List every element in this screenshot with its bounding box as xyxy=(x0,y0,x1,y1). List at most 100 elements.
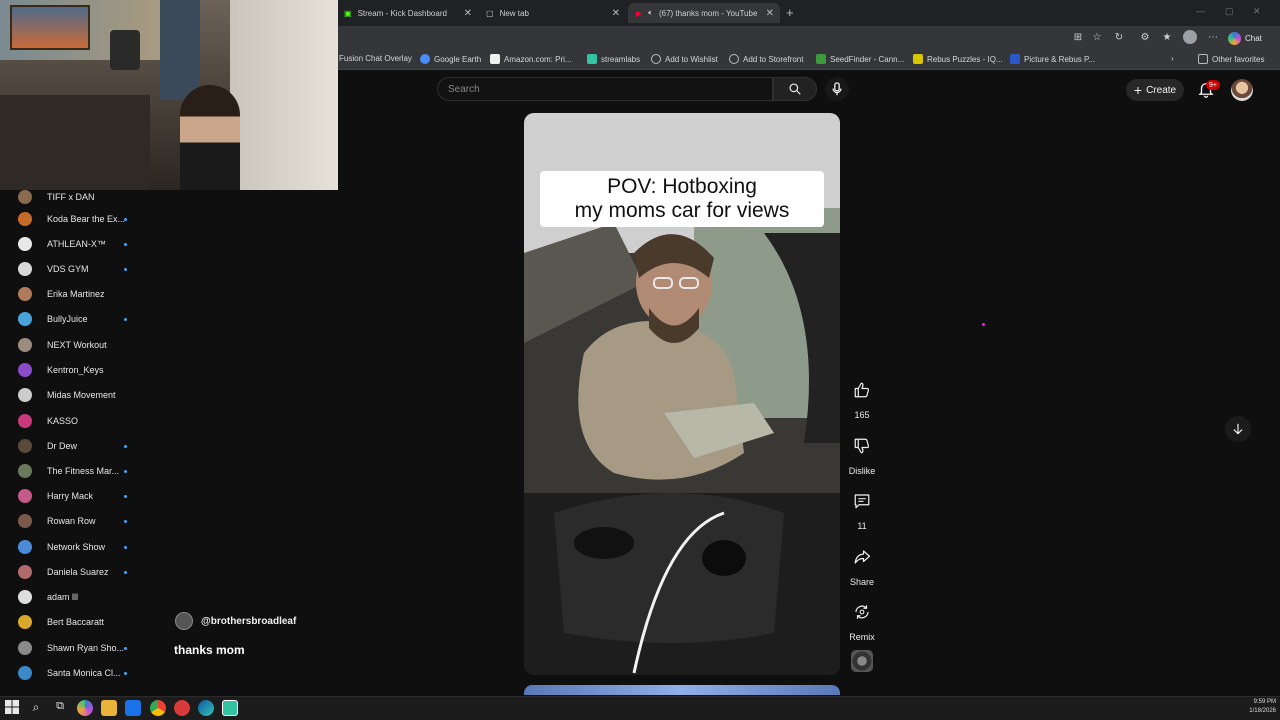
subscription-item[interactable]: Koda Bear the Ex... xyxy=(0,208,150,230)
subscription-item[interactable]: Rowan Row xyxy=(0,510,150,532)
subscription-item[interactable]: NEXT Workout xyxy=(0,334,150,356)
copilot-icon[interactable] xyxy=(77,700,93,716)
subscription-item[interactable]: VDS GYM xyxy=(0,258,150,280)
bookmark-streamlabs[interactable]: streamlabs xyxy=(587,54,640,64)
subscription-item[interactable]: Shawn Ryan Sho... xyxy=(0,637,150,659)
minimize-icon[interactable]: — xyxy=(1196,6,1205,16)
sound-thumbnail[interactable] xyxy=(851,650,873,672)
comments-button[interactable] xyxy=(848,487,876,515)
tab-youtube[interactable]: ▶ 🔈︎ (67) thanks mom - YouTube ✕ xyxy=(628,3,780,23)
channel-avatar xyxy=(18,414,32,428)
tab-new-tab[interactable]: ▢ New tab ✕ xyxy=(478,3,626,23)
bookmark-picture-rebus[interactable]: Picture & Rebus P... xyxy=(1010,54,1095,64)
favorites-icon[interactable]: ★ xyxy=(1160,30,1174,44)
voice-search-button[interactable] xyxy=(825,77,849,101)
channel-name: Kentron_Keys xyxy=(47,365,104,375)
file-explorer-icon[interactable] xyxy=(101,700,117,716)
channel-name: Midas Movement xyxy=(47,390,116,400)
bookmark-label: Add to Wishlist xyxy=(665,54,718,64)
subscription-item[interactable]: BullyJuice xyxy=(0,308,150,330)
favorite-star-icon[interactable]: ☆ xyxy=(1090,30,1104,44)
subscription-item[interactable]: Bert Baccaratt xyxy=(0,611,150,633)
bookmark-rebus-puzzles[interactable]: Rebus Puzzles - IQ... xyxy=(913,54,1003,64)
subscription-item[interactable]: TIFF x DAN xyxy=(0,186,150,208)
remix-button[interactable] xyxy=(848,598,876,626)
bookmark-add-to-storefront[interactable]: Add to Storefront xyxy=(729,54,803,64)
bookmark-add-to-wishlist[interactable]: Add to Wishlist xyxy=(651,54,718,64)
subscription-item[interactable]: KASSO xyxy=(0,410,150,432)
new-content-dot xyxy=(124,242,127,246)
subscription-item[interactable]: Erika Martinez xyxy=(0,283,150,305)
subscription-item[interactable]: The Fitness Mar... xyxy=(0,460,150,482)
channel-name: Bert Baccaratt xyxy=(47,617,105,627)
extensions-icon[interactable]: ⚙ xyxy=(1138,30,1152,44)
channel-avatar xyxy=(18,540,32,554)
refresh-icon[interactable]: ↻ xyxy=(1112,30,1126,44)
bookmark-label: Google Earth xyxy=(434,54,482,64)
system-clock[interactable]: 9:59 PM 1/18/2026 xyxy=(1232,698,1276,716)
outlook-icon[interactable] xyxy=(125,700,141,716)
subscription-item[interactable]: Midas Movement xyxy=(0,384,150,406)
channel-name: NEXT Workout xyxy=(47,340,107,350)
task-view-icon[interactable]: ⧉ xyxy=(52,700,68,716)
like-button[interactable] xyxy=(848,376,876,404)
iq-icon xyxy=(913,54,923,64)
close-window-icon[interactable]: ✕ xyxy=(1253,6,1261,17)
bookmark-google-earth[interactable]: Google Earth xyxy=(420,54,481,64)
next-short-button[interactable] xyxy=(1225,416,1251,442)
share-button[interactable] xyxy=(848,543,876,571)
poster xyxy=(110,30,140,70)
account-avatar[interactable] xyxy=(1231,79,1253,101)
create-button[interactable]: + Create xyxy=(1126,79,1184,101)
obs-icon[interactable] xyxy=(174,700,190,716)
new-tab-icon[interactable]: + xyxy=(786,5,794,20)
bookmark-fusion-chat-overlay[interactable]: Fusion Chat Overlay xyxy=(339,54,412,63)
close-tab-icon[interactable]: ✕ xyxy=(464,8,472,19)
share-action[interactable]: Share xyxy=(846,543,878,587)
other-favorites-label: Other favorites xyxy=(1212,54,1265,64)
next-short-preview[interactable] xyxy=(524,685,840,695)
search-button[interactable] xyxy=(773,77,817,101)
streamlabs-icon[interactable] xyxy=(222,700,238,716)
subscription-item[interactable]: adam lll xyxy=(0,586,150,608)
microphone-icon xyxy=(832,82,842,96)
channel-name: KASSO xyxy=(47,416,79,426)
search-icon[interactable]: ⌕ xyxy=(28,700,44,716)
like-action[interactable]: 165 xyxy=(846,376,878,420)
dislike-button[interactable] xyxy=(848,432,876,460)
subscription-item[interactable]: Network Show xyxy=(0,536,150,558)
tab-kick-dashboard[interactable]: ▣ Stream - Kick Dashboard ✕ xyxy=(336,3,478,23)
chat-message-text: thanks mom xyxy=(174,643,245,657)
app-icon[interactable]: ⊞ xyxy=(1071,30,1085,44)
channel-avatar xyxy=(18,514,32,528)
subscription-item[interactable]: Daniela Suarez xyxy=(0,561,150,583)
subscription-item[interactable]: Kentron_Keys xyxy=(0,359,150,381)
webcam-overlay xyxy=(0,0,338,190)
chrome-icon[interactable] xyxy=(150,700,166,716)
comments-action[interactable]: 11 xyxy=(846,487,878,531)
search-input[interactable]: Search xyxy=(437,77,773,101)
clock-time: 9:59 PM xyxy=(1253,699,1276,705)
youtube-icon: ▶ xyxy=(636,8,643,18)
chevron-right-icon[interactable]: › xyxy=(1171,54,1174,63)
dislike-action[interactable]: Dislike xyxy=(846,432,878,476)
close-tab-icon[interactable]: ✕ xyxy=(766,8,774,19)
door xyxy=(160,0,200,100)
edge-icon[interactable] xyxy=(198,700,214,716)
subscription-item[interactable]: Santa Monica Cl... xyxy=(0,662,150,684)
subscription-item[interactable]: Harry Mack xyxy=(0,485,150,507)
copilot-chat-button[interactable]: Chat xyxy=(1228,30,1262,46)
windows-start-icon[interactable] xyxy=(5,700,21,716)
channel-avatar xyxy=(18,666,32,680)
other-favorites[interactable]: Other favorites xyxy=(1198,54,1264,64)
close-tab-icon[interactable]: ✕ xyxy=(612,8,620,19)
bookmark-seedfinder[interactable]: SeedFinder - Cann... xyxy=(816,54,904,64)
subscription-item[interactable]: Dr Dew xyxy=(0,435,150,457)
new-content-dot xyxy=(124,545,127,549)
bookmark-amazon[interactable]: Amazon.com: Pri... xyxy=(490,54,572,64)
subscription-item[interactable]: ATHLEAN-X™ xyxy=(0,233,150,255)
profile-icon[interactable] xyxy=(1183,30,1197,44)
more-menu-icon[interactable]: ⋯ xyxy=(1206,30,1220,44)
maximize-icon[interactable]: ▢ xyxy=(1225,6,1234,17)
remix-action[interactable]: Remix xyxy=(846,598,878,642)
